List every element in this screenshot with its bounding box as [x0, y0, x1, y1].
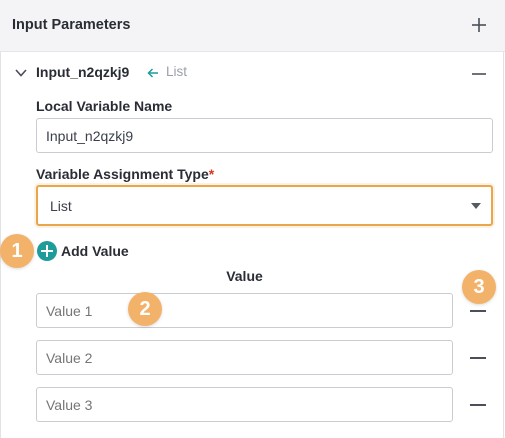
remove-value-3-icon[interactable]	[470, 404, 486, 406]
chevron-down-icon[interactable]	[14, 66, 28, 80]
value-column-header: Value	[226, 268, 263, 284]
minus-icon[interactable]	[470, 69, 488, 79]
assignment-type-label: Variable Assignment Type*	[36, 166, 215, 182]
caret-down-icon	[471, 203, 481, 209]
required-marker: *	[208, 166, 215, 182]
assignment-type-select[interactable]: List	[36, 185, 493, 226]
remove-value-1-icon[interactable]	[470, 310, 486, 312]
input-name: Input_n2qzkj9	[36, 64, 130, 80]
input-section-header[interactable]: Input_n2qzkj9 List	[0, 56, 505, 88]
local-variable-label: Local Variable Name	[36, 98, 173, 114]
input-type-tag: List	[166, 64, 188, 79]
arrow-left-icon	[147, 68, 158, 78]
callout-badge-3: 3	[462, 270, 496, 304]
value-input-1[interactable]	[36, 293, 453, 328]
assignment-type-value: List	[50, 198, 72, 214]
panel-header: Input Parameters	[0, 0, 505, 52]
callout-badge-2: 2	[128, 292, 162, 326]
local-variable-input[interactable]	[36, 118, 493, 153]
plus-icon[interactable]	[470, 16, 488, 34]
value-input-2[interactable]	[36, 340, 453, 375]
plus-circle-icon[interactable]	[37, 241, 57, 261]
value-input-3[interactable]	[36, 387, 453, 422]
remove-value-2-icon[interactable]	[470, 357, 486, 359]
panel-title: Input Parameters	[12, 17, 131, 33]
callout-badge-1: 1	[0, 234, 34, 268]
add-value-button[interactable]: Add Value	[61, 243, 129, 259]
